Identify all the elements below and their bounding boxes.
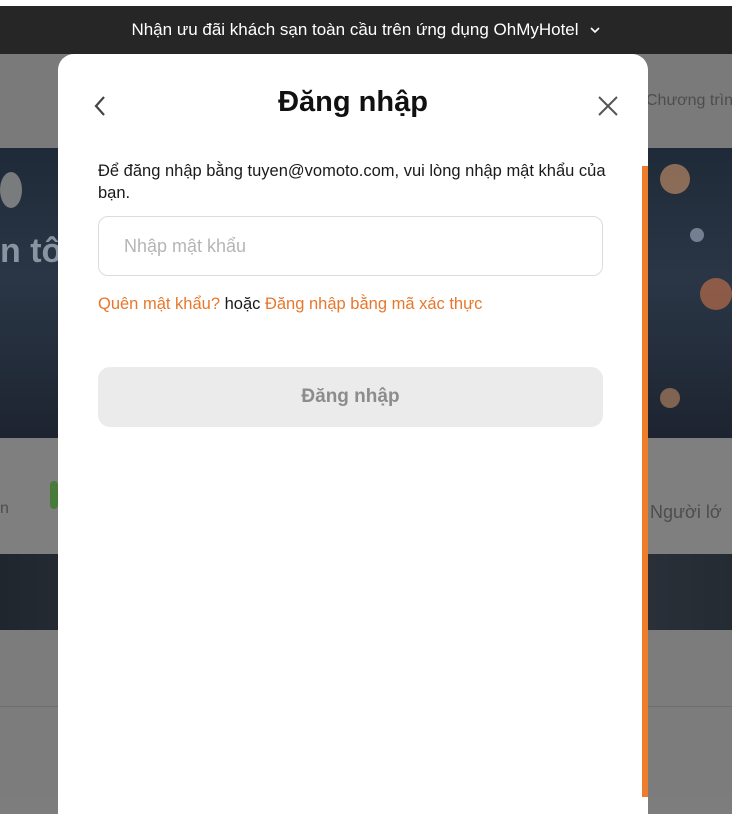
- otp-login-link[interactable]: Đăng nhập bằng mã xác thực: [265, 295, 482, 313]
- login-submit-button[interactable]: Đăng nhập: [98, 367, 603, 427]
- background-people-text: Người lớ: [650, 502, 722, 522]
- app-download-banner[interactable]: Nhận ưu đãi khách sạn toàn cầu trên ứng …: [0, 6, 732, 54]
- login-options: Quên mật khẩu? hoặc Đăng nhập bằng mã xá…: [98, 295, 482, 314]
- background-nav-text: Chương trình: [646, 92, 732, 109]
- banner-text: Nhận ưu đãi khách sạn toàn cầu trên ứng …: [131, 20, 579, 39]
- forgot-password-link[interactable]: Quên mật khẩu?: [98, 295, 220, 313]
- login-description: Để đăng nhập bằng tuyen@vomoto.com, vui …: [98, 162, 606, 202]
- close-icon: [598, 96, 618, 116]
- chevron-down-icon[interactable]: [589, 24, 601, 36]
- password-input[interactable]: [98, 216, 603, 276]
- or-text: hoặc: [224, 295, 261, 313]
- modal-title: Đăng nhập: [278, 86, 428, 118]
- close-button[interactable]: [594, 92, 622, 120]
- background-left-text: n: [0, 500, 9, 517]
- modal-scrollbar[interactable]: [642, 166, 648, 797]
- background-green-mark: [50, 481, 58, 509]
